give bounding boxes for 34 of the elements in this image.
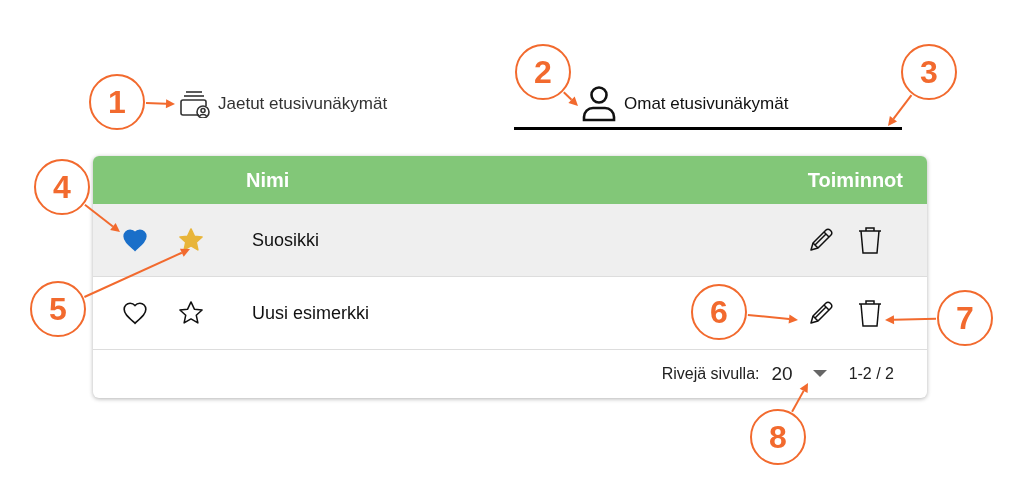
callout-arrow	[885, 315, 937, 325]
folder-user-icon	[180, 89, 210, 118]
callout-number: 2	[515, 44, 571, 100]
callout-arrow	[791, 383, 808, 413]
column-header: Nimi	[246, 168, 290, 192]
callout-number: 5	[30, 281, 86, 337]
page-range: 1-2 / 2	[848, 365, 894, 383]
callout-number: 7	[937, 290, 993, 346]
callout-arrow	[562, 91, 578, 106]
callout-number: 4	[34, 159, 90, 215]
trash-icon[interactable]	[857, 225, 883, 255]
callout-number: 1	[89, 74, 145, 130]
callout-arrow	[145, 99, 175, 109]
column-header: Toiminnot	[807, 168, 903, 192]
callout-number: 3	[901, 44, 957, 100]
heart-icon[interactable]	[122, 301, 148, 325]
star-icon[interactable]	[177, 299, 205, 327]
star-icon[interactable]	[177, 226, 205, 254]
rows-per-page-select[interactable]: 20	[771, 363, 827, 385]
user-icon	[582, 85, 616, 122]
rows-per-page-label: Rivejä sivulla:	[661, 365, 760, 383]
pencil-icon[interactable]	[807, 299, 835, 327]
trash-icon[interactable]	[857, 298, 883, 328]
caret-icon	[812, 370, 827, 378]
table-cell: Uusi esimerkki	[252, 302, 370, 324]
callout-number: 6	[691, 284, 747, 340]
pencil-icon[interactable]	[807, 226, 835, 254]
callout-arrow	[83, 203, 120, 232]
callout-arrow	[746, 313, 798, 324]
tab[interactable]: Jaetut etusivunäkymät	[180, 80, 514, 130]
table-cell: Suosikki	[252, 229, 320, 251]
table-row[interactable]: Suosikki	[93, 204, 927, 277]
callout-arrow	[888, 94, 913, 126]
callout-number: 8	[750, 409, 806, 465]
